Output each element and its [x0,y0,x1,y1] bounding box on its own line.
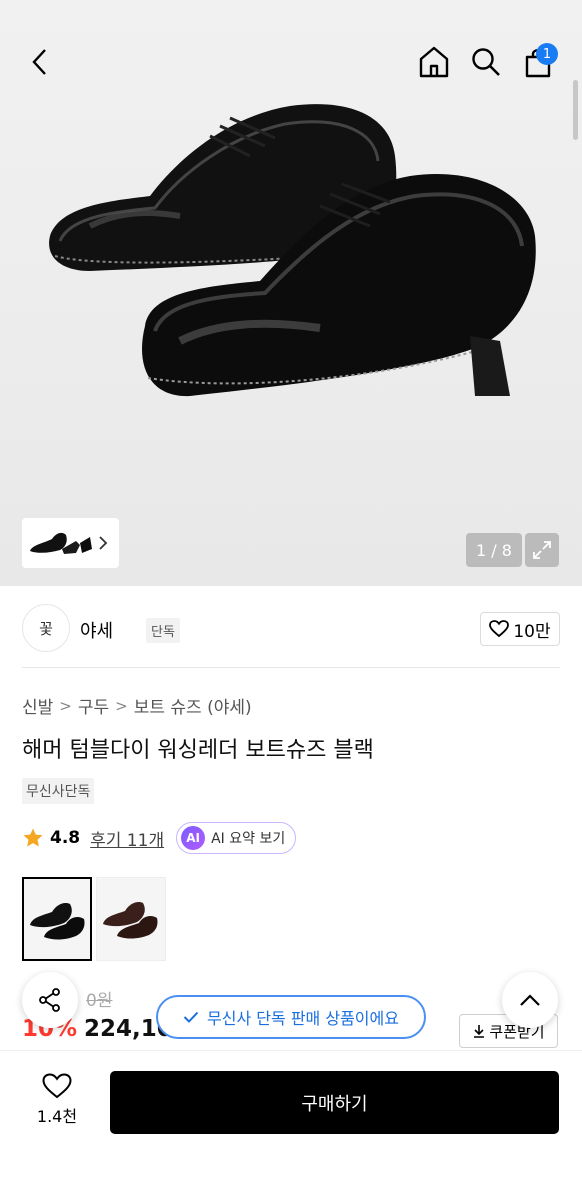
chevron-right-icon: > [115,696,128,715]
chevron-left-icon [32,49,46,75]
chevron-right-icon: > [59,696,72,715]
rating-row: 4.8 후기 11개 AI AI 요약 보기 [22,822,297,854]
chevron-up-icon [520,994,540,1006]
home-button[interactable] [414,42,454,82]
download-icon [474,1025,485,1038]
breadcrumb-item[interactable]: 보트 슈즈 (야세) [134,693,252,718]
brand-name[interactable]: 야세 [80,617,113,643]
original-price: 0원 [86,991,113,1011]
chevron-right-icon [99,536,108,550]
product-image [49,104,536,397]
star-icon [23,828,43,847]
heart-icon [42,1073,72,1099]
back-button[interactable] [20,40,60,84]
color-option-brown[interactable] [96,877,166,961]
brand-exclusive-tag: 단독 [146,618,180,643]
breadcrumb-item[interactable]: 구두 [78,693,109,718]
breadcrumb-item[interactable]: 신발 [22,693,53,718]
wishlist-count: 1.4천 [36,1107,78,1126]
image-thumbnail-strip[interactable] [22,518,119,568]
wishlist-button[interactable]: 1.4천 [24,1073,90,1133]
check-icon [183,1011,199,1023]
thumbnail-image [30,532,92,554]
color-thumbnail [30,902,85,940]
cart-count-badge: 1 [536,43,558,65]
divider [22,667,560,668]
color-option-black[interactable] [22,877,92,961]
expand-button[interactable] [525,533,559,567]
ai-icon: AI [181,826,206,850]
buy-button[interactable]: 구매하기 [110,1071,559,1134]
bottom-action-bar: 1.4천 구매하기 [0,1050,582,1200]
color-thumbnail [103,901,158,939]
exclusive-tag: 무신사단독 [22,778,95,804]
toast-text: 무신사 단독 판매 상품이에요 [207,1009,399,1028]
heart-icon [489,620,510,638]
brand-like-button[interactable]: 10만 [480,612,560,646]
brand-row: 꽃 야세 단독 10만 [22,604,560,652]
brand-like-count: 10만 [513,621,551,642]
product-title: 해머 텀블다이 워싱레더 보트슈즈 블랙 [22,738,374,763]
search-icon [472,48,500,76]
breadcrumb: 신발 > 구두 > 보트 슈즈 (야세) [22,693,252,719]
home-icon [419,46,449,78]
search-button[interactable] [466,42,506,82]
product-image-gallery[interactable]: 1 1 / 8 [0,0,582,586]
ai-summary-label: AI 요약 보기 [211,831,286,847]
scrollbar[interactable] [573,80,578,140]
review-link[interactable]: 후기 11개 [90,826,164,851]
image-counter: 1 / 8 [466,533,522,567]
scroll-top-button[interactable] [502,972,558,1028]
expand-icon [533,541,551,559]
brand-logo[interactable]: 꽃 [22,604,70,652]
share-icon [39,988,60,1012]
ai-summary-button[interactable]: AI AI 요약 보기 [176,822,297,854]
exclusive-toast: 무신사 단독 판매 상품이에요 [156,995,426,1039]
share-button[interactable] [22,972,78,1028]
rating-value: 4.8 [50,828,81,848]
